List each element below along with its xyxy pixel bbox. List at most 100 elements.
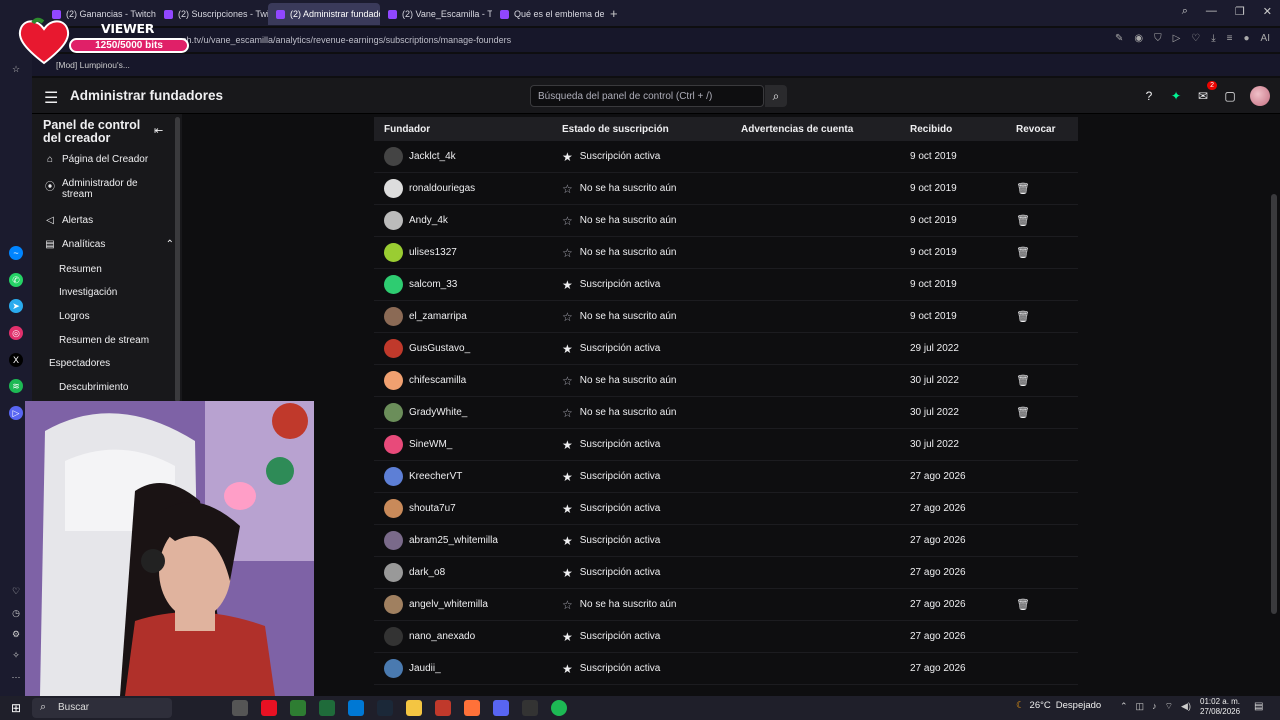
whatsapp-icon[interactable]: ✆ <box>9 273 23 287</box>
obs-icon[interactable] <box>435 700 451 716</box>
founder-name[interactable]: nano_anexado <box>409 631 475 642</box>
restore-icon[interactable]: ❐ <box>1235 5 1245 18</box>
more-icon[interactable]: ⋯ <box>9 670 23 684</box>
sidebar-subitem-discovery[interactable]: Descubrimiento <box>59 382 128 393</box>
x-icon[interactable]: X <box>9 353 23 367</box>
trash-icon[interactable]: 🗑 <box>1016 406 1030 419</box>
edit-icon[interactable]: ✎ <box>1115 33 1123 44</box>
menu-icon[interactable]: ≡ <box>1227 33 1233 44</box>
heart-icon[interactable]: ♡ <box>9 584 23 598</box>
sidebar-scrollbar[interactable] <box>175 117 180 402</box>
heart-icon[interactable]: ♡ <box>1191 33 1200 44</box>
founder-name[interactable]: Jaudii_ <box>409 663 441 674</box>
weather-widget[interactable]: ☾ 26°C Despejado <box>1016 700 1101 711</box>
founder-name[interactable]: SineWM_ <box>409 439 452 450</box>
founder-name[interactable]: shouta7u7 <box>409 503 456 514</box>
avatar[interactable] <box>384 499 403 518</box>
profile-icon[interactable]: ● <box>1244 33 1250 44</box>
avatar[interactable] <box>384 531 403 550</box>
spotify-icon[interactable] <box>551 700 567 716</box>
instagram-icon[interactable]: ◎ <box>9 326 23 340</box>
trash-icon[interactable]: 🗑 <box>1016 246 1030 259</box>
avatar[interactable] <box>384 307 403 326</box>
taskbar-search[interactable]: ⌕ Buscar <box>32 698 172 718</box>
minimize-icon[interactable]: — <box>1206 5 1217 18</box>
founder-name[interactable]: KreecherVT <box>409 471 462 482</box>
founder-name[interactable]: el_zamarripa <box>409 311 467 322</box>
sidebar-subitem-research[interactable]: Investigación <box>59 287 117 298</box>
steam-icon[interactable] <box>377 700 393 716</box>
avatar[interactable] <box>384 275 403 294</box>
app-icon[interactable] <box>522 700 538 716</box>
spotify-icon[interactable]: ≋ <box>9 379 23 393</box>
notifications-icon[interactable]: ▤ <box>1254 701 1263 712</box>
avatar[interactable] <box>384 627 403 646</box>
browser-tab[interactable]: (2) Administrar fundadores <box>268 3 380 25</box>
avatar[interactable] <box>384 211 403 230</box>
founder-name[interactable]: Jacklct_4k <box>409 151 456 162</box>
excel-icon[interactable] <box>319 700 335 716</box>
main-scrollbar[interactable] <box>1271 194 1277 614</box>
dashboard-search-input[interactable]: Búsqueda del panel de control (Ctrl + /) <box>530 85 764 107</box>
sidebar-item-alerts[interactable]: ◁ Alertas <box>44 215 174 226</box>
opera-icon[interactable] <box>261 700 277 716</box>
new-tab-icon[interactable]: + <box>610 6 618 21</box>
search-icon[interactable]: ⌕ <box>1182 5 1188 18</box>
help-icon[interactable]: ? <box>1142 89 1156 103</box>
browser-tab[interactable]: (2) Vane_Escamilla - Twitch <box>380 3 492 25</box>
wifi-icon[interactable]: ⌔ <box>1165 701 1173 712</box>
folder-icon[interactable] <box>406 700 422 716</box>
sidebar-subitem-summary[interactable]: Resumen <box>59 264 102 275</box>
sidebar-item-analytics[interactable]: ▤ Analíticas ⌃ <box>44 239 174 250</box>
url-text[interactable]: ch.tv/u/vane_escamilla/analytics/revenue… <box>182 35 511 45</box>
avatar[interactable] <box>384 659 403 678</box>
trash-icon[interactable]: 🗑 <box>1016 214 1030 227</box>
close-icon[interactable]: ✕ <box>1263 5 1272 18</box>
trash-icon[interactable]: 🗑 <box>1016 598 1030 611</box>
camera-icon[interactable]: ◉ <box>1134 33 1143 44</box>
avatar[interactable] <box>384 243 403 262</box>
store-icon[interactable] <box>290 700 306 716</box>
task-view-icon[interactable] <box>232 700 248 716</box>
chevron-up-icon[interactable]: ⌃ <box>1120 701 1128 712</box>
founder-name[interactable]: Andy_4k <box>409 215 448 226</box>
hamburger-icon[interactable]: ☰ <box>44 88 58 108</box>
avatar[interactable] <box>384 563 403 582</box>
sidebar-item-stream-manager[interactable]: ⦿ Administrador de stream <box>44 178 174 200</box>
founder-name[interactable]: dark_o8 <box>409 567 445 578</box>
player-icon[interactable]: ▷ <box>9 406 23 420</box>
messenger-icon[interactable]: ~ <box>9 246 23 260</box>
collapse-sidebar-icon[interactable]: ⇤ <box>154 124 163 137</box>
browser-tab[interactable]: Qué es el emblema de fu <box>492 3 604 25</box>
avatar[interactable] <box>384 403 403 422</box>
clock-icon[interactable]: ◷ <box>9 606 23 620</box>
trash-icon[interactable]: 🗑 <box>1016 374 1030 387</box>
founder-name[interactable]: salcom_33 <box>409 279 457 290</box>
sparkle-icon[interactable]: ✦ <box>1169 89 1183 103</box>
send-icon[interactable]: ▷ <box>1173 33 1181 44</box>
discord-icon[interactable] <box>493 700 509 716</box>
founder-name[interactable]: chifescamilla <box>409 375 466 386</box>
network-icon[interactable]: ◫ <box>1136 701 1145 712</box>
telegram-icon[interactable]: ➤ <box>9 299 23 313</box>
avatar[interactable] <box>384 435 403 454</box>
avatar[interactable] <box>384 339 403 358</box>
windows-start-icon[interactable]: ⊞ <box>0 701 32 715</box>
trash-icon[interactable]: 🗑 <box>1016 182 1030 195</box>
outlook-icon[interactable] <box>348 700 364 716</box>
volume-icon[interactable]: ◀) <box>1181 701 1191 712</box>
settings-icon[interactable]: ⚙ <box>9 627 23 641</box>
user-avatar[interactable] <box>1250 86 1270 106</box>
founder-name[interactable]: ronaldouriegas <box>409 183 475 194</box>
sidebar-subitem-stream-summary[interactable]: Resumen de stream <box>59 335 149 346</box>
founder-name[interactable]: abram25_whitemilla <box>409 535 498 546</box>
trash-icon[interactable]: 🗑 <box>1016 310 1030 323</box>
sidebar-item-creator-page[interactable]: ⌂ Página del Creador <box>44 154 174 165</box>
lightbulb-icon[interactable]: ✧ <box>9 648 23 662</box>
founder-name[interactable]: GusGustavo_ <box>409 343 470 354</box>
search-button[interactable]: ⌕ <box>765 85 787 107</box>
avatar[interactable] <box>384 179 403 198</box>
founder-name[interactable]: GradyWhite_ <box>409 407 467 418</box>
sidebar-subitem-achievements[interactable]: Logros <box>59 311 90 322</box>
firefox-icon[interactable] <box>464 700 480 716</box>
